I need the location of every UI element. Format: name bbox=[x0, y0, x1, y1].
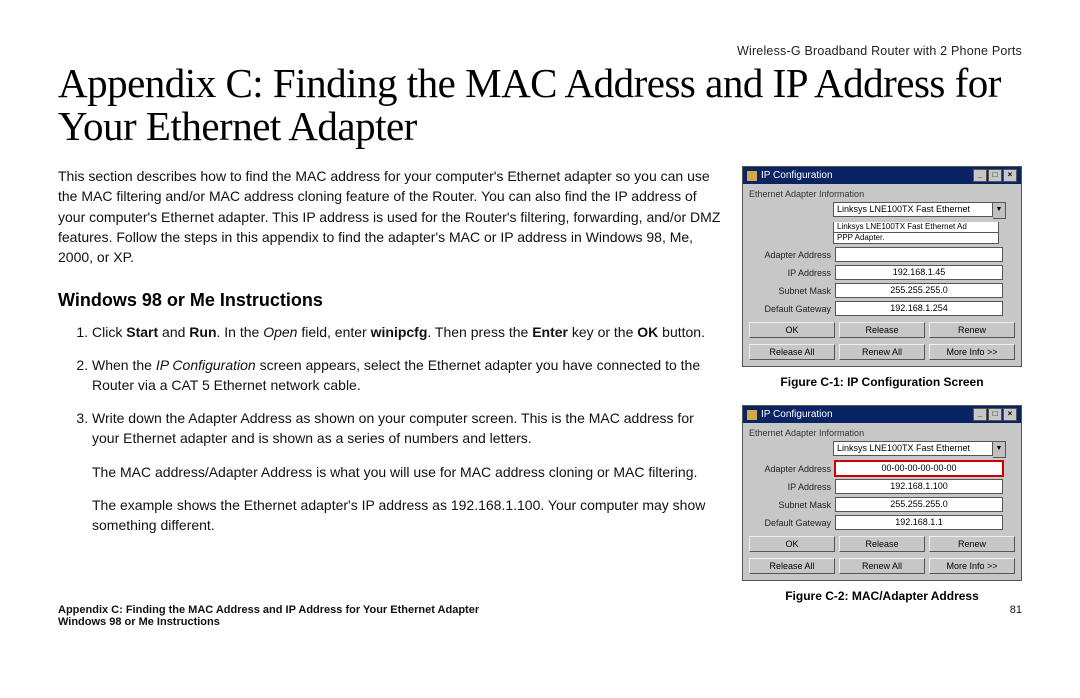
minimize-icon[interactable]: _ bbox=[973, 169, 987, 182]
chevron-down-icon[interactable]: ▼ bbox=[993, 202, 1006, 219]
renew-all-button[interactable]: Renew All bbox=[839, 558, 925, 574]
maximize-icon[interactable]: □ bbox=[988, 169, 1002, 182]
close-icon[interactable]: × bbox=[1003, 169, 1017, 182]
subnet-mask-value: 255.255.255.0 bbox=[835, 283, 1003, 298]
ip-address-value: 192.168.1.45 bbox=[835, 265, 1003, 280]
page-number: 81 bbox=[1010, 604, 1022, 616]
fieldset-label: Ethernet Adapter Information bbox=[749, 189, 1015, 199]
window-titlebar: IP Configuration _ □ × bbox=[743, 406, 1021, 423]
intro-paragraph: This section describes how to find the M… bbox=[58, 166, 724, 267]
window-title-text: IP Configuration bbox=[761, 170, 833, 181]
release-all-button[interactable]: Release All bbox=[749, 344, 835, 360]
figure-caption: Figure C-1: IP Configuration Screen bbox=[742, 375, 1022, 389]
ok-button[interactable]: OK bbox=[749, 322, 835, 338]
adapter-select-option[interactable]: PPP Adapter. bbox=[833, 233, 999, 244]
adapter-address-value: 00-00-00-00-00-00 bbox=[835, 461, 1003, 476]
subnet-mask-value: 255.255.255.0 bbox=[835, 497, 1003, 512]
list-item: When the IP Configuration screen appears… bbox=[92, 356, 724, 395]
ok-button[interactable]: OK bbox=[749, 536, 835, 552]
section-heading: Windows 98 or Me Instructions bbox=[58, 290, 724, 311]
renew-button[interactable]: Renew bbox=[929, 536, 1015, 552]
gateway-value: 192.168.1.1 bbox=[835, 515, 1003, 530]
list-item: Write down the Adapter Address as shown … bbox=[92, 409, 724, 535]
figure-caption: Figure C-2: MAC/Adapter Address bbox=[742, 589, 1022, 603]
more-info-button[interactable]: More Info >> bbox=[929, 344, 1015, 360]
chevron-down-icon[interactable]: ▼ bbox=[993, 441, 1006, 458]
release-all-button[interactable]: Release All bbox=[749, 558, 835, 574]
renew-button[interactable]: Renew bbox=[929, 322, 1015, 338]
adapter-select-dropdown[interactable]: Linksys LNE100TX Fast Ethernet Ad bbox=[833, 222, 999, 233]
release-button[interactable]: Release bbox=[839, 322, 925, 338]
window-title-text: IP Configuration bbox=[761, 409, 833, 420]
list-item: Click Start and Run. In the Open field, … bbox=[92, 323, 724, 343]
more-info-button[interactable]: More Info >> bbox=[929, 558, 1015, 574]
header-product-label: Wireless-G Broadband Router with 2 Phone… bbox=[737, 44, 1022, 58]
close-icon[interactable]: × bbox=[1003, 408, 1017, 421]
renew-all-button[interactable]: Renew All bbox=[839, 344, 925, 360]
app-icon bbox=[747, 410, 757, 420]
adapter-address-value bbox=[835, 247, 1003, 262]
window-titlebar: IP Configuration _ □ × bbox=[743, 167, 1021, 184]
maximize-icon[interactable]: □ bbox=[988, 408, 1002, 421]
ip-config-window-2: IP Configuration _ □ × Ethernet Adapter … bbox=[742, 405, 1022, 581]
ip-address-value: 192.168.1.100 bbox=[835, 479, 1003, 494]
release-button[interactable]: Release bbox=[839, 536, 925, 552]
fieldset-label: Ethernet Adapter Information bbox=[749, 428, 1015, 438]
app-icon bbox=[747, 171, 757, 181]
instruction-list: Click Start and Run. In the Open field, … bbox=[58, 323, 724, 536]
gateway-value: 192.168.1.254 bbox=[835, 301, 1003, 316]
adapter-select[interactable]: Linksys LNE100TX Fast Ethernet bbox=[833, 441, 993, 456]
page-title: Appendix C: Finding the MAC Address and … bbox=[58, 62, 1022, 148]
ip-config-window-1: IP Configuration _ □ × Ethernet Adapter … bbox=[742, 166, 1022, 367]
minimize-icon[interactable]: _ bbox=[973, 408, 987, 421]
adapter-select[interactable]: Linksys LNE100TX Fast Ethernet bbox=[833, 202, 993, 217]
page-footer: 81 Appendix C: Finding the MAC Address a… bbox=[58, 604, 1022, 628]
